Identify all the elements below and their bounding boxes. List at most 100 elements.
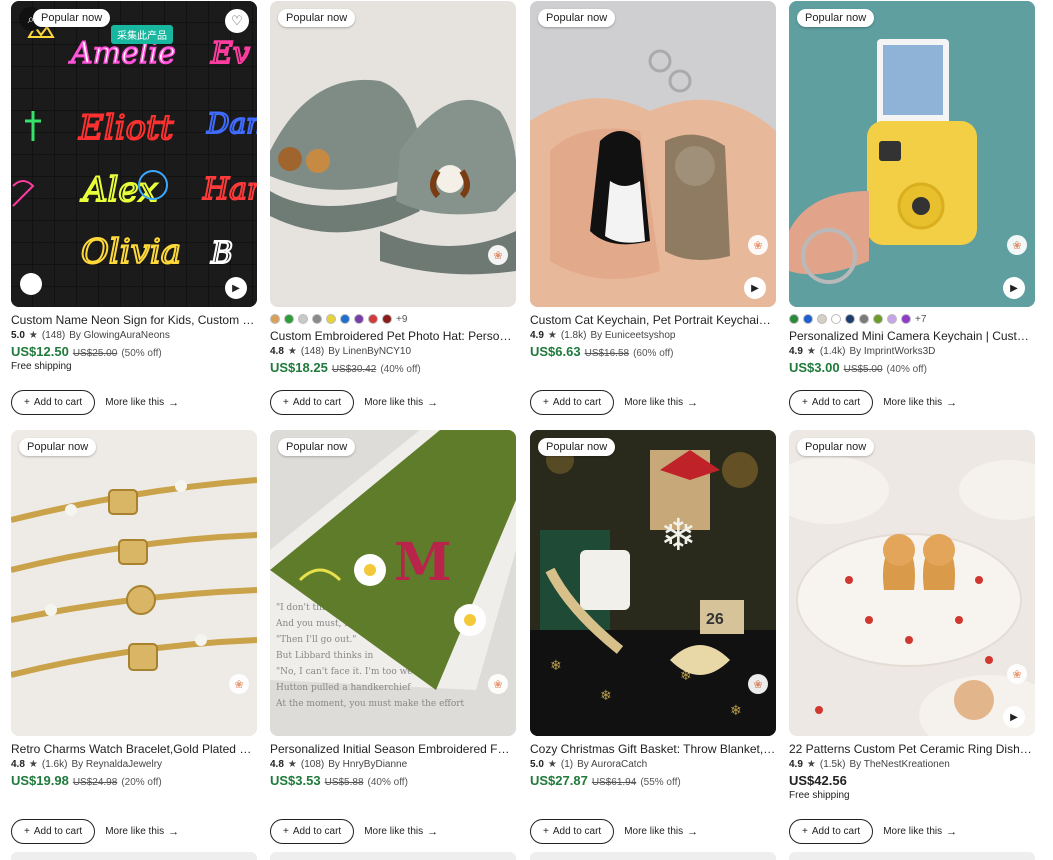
add-to-cart-button[interactable]: + Add to cart bbox=[789, 390, 874, 415]
gift-basket-photo: ❄❄❄❄ ❄ 26 bbox=[530, 430, 776, 736]
svg-text:❄: ❄ bbox=[660, 511, 697, 560]
product-image[interactable]: Popular now ❀ ▶ bbox=[789, 1, 1035, 307]
more-like-this-link[interactable]: More like this → bbox=[624, 826, 698, 838]
product-card[interactable]: Popular now ❀ ▶ 22 Patterns Custom Pet C… bbox=[789, 430, 1035, 844]
svg-text:At the moment, you must make t: At the moment, you must make the effort bbox=[275, 699, 465, 709]
next-row-card[interactable] bbox=[530, 852, 776, 860]
swatch[interactable] bbox=[803, 314, 813, 324]
add-to-cart-label: Add to cart bbox=[552, 826, 602, 837]
swatch[interactable] bbox=[368, 314, 378, 324]
discount-label: (20% off) bbox=[121, 777, 162, 788]
product-card[interactable]: Amelie Ev Eliott Dan Alex Har Olivia B ⌕… bbox=[11, 1, 257, 415]
play-icon[interactable]: ▶ bbox=[744, 277, 766, 299]
add-to-cart-button[interactable]: + Add to cart bbox=[270, 390, 355, 415]
add-to-cart-button[interactable]: + Add to cart bbox=[789, 819, 874, 844]
product-card[interactable]: "I don't think I And you must, my dear "T… bbox=[270, 430, 516, 844]
rating-value: 4.8 bbox=[11, 759, 25, 770]
play-icon[interactable]: ▶ bbox=[1003, 277, 1025, 299]
next-row-card[interactable] bbox=[11, 852, 257, 860]
seller-name[interactable]: By GlowingAuraNeons bbox=[69, 330, 170, 341]
product-image[interactable]: Popular now ❀ ▶ bbox=[530, 1, 776, 307]
swatch[interactable] bbox=[831, 314, 841, 324]
pricing-row: US$27.87 US$61.94 (55% off) bbox=[530, 773, 776, 788]
product-card[interactable]: Popular now ❀ ▶ +7 Personalized Mini Cam… bbox=[789, 1, 1035, 415]
product-card[interactable]: Popular now ❀ +9 Custom Embroidered Pet … bbox=[270, 1, 516, 415]
swatch[interactable] bbox=[270, 314, 280, 324]
product-image[interactable]: Amelie Ev Eliott Dan Alex Har Olivia B ⌕… bbox=[11, 1, 257, 307]
seller-name[interactable]: By TheNestKreationen bbox=[849, 759, 949, 770]
product-image[interactable]: Popular now ❀ bbox=[270, 1, 516, 307]
product-title[interactable]: Personalized Initial Season Embroidered … bbox=[270, 742, 516, 756]
swatch[interactable] bbox=[312, 314, 322, 324]
play-icon[interactable]: ▶ bbox=[1003, 706, 1025, 728]
star-icon: ★ bbox=[287, 346, 297, 357]
seller-name[interactable]: By Euniceetsyshop bbox=[590, 330, 675, 341]
card-actions: + Add to cart More like this → bbox=[530, 390, 698, 415]
original-price: US$30.42 bbox=[331, 364, 377, 375]
product-title[interactable]: Custom Name Neon Sign for Kids, Custom L… bbox=[11, 313, 257, 327]
product-image[interactable]: Popular now ❀ ▶ bbox=[789, 430, 1035, 736]
product-image[interactable]: "I don't think I And you must, my dear "T… bbox=[270, 430, 516, 736]
swatch[interactable] bbox=[873, 314, 883, 324]
collect-product-button[interactable]: 采集此产品 bbox=[111, 25, 173, 44]
seller-name[interactable]: By LinenByNCY10 bbox=[328, 346, 411, 357]
product-title[interactable]: Custom Embroidered Pet Photo Hat: Person… bbox=[270, 329, 516, 343]
swatch[interactable] bbox=[845, 314, 855, 324]
swatch[interactable] bbox=[354, 314, 364, 324]
more-like-this-link[interactable]: More like this → bbox=[105, 826, 179, 838]
color-swatches[interactable]: +7 bbox=[789, 313, 1035, 325]
seller-name[interactable]: By ReynaldaJewelry bbox=[71, 759, 162, 770]
more-like-this-link[interactable]: More like this → bbox=[364, 397, 438, 409]
product-title[interactable]: Personalized Mini Camera Keychain | Cust… bbox=[789, 329, 1035, 343]
card-actions: + Add to cart More like this → bbox=[11, 819, 179, 844]
play-icon[interactable]: ▶ bbox=[225, 277, 247, 299]
product-title[interactable]: Retro Charms Watch Bracelet,Gold Plated … bbox=[11, 742, 257, 756]
color-swatches[interactable]: +9 bbox=[270, 313, 516, 325]
rating-row: 4.9 ★ (1.8k) By Euniceetsyshop bbox=[530, 330, 776, 341]
more-like-this-link[interactable]: More like this → bbox=[883, 397, 957, 409]
add-to-cart-button[interactable]: + Add to cart bbox=[11, 819, 96, 844]
review-count: (148) bbox=[300, 346, 325, 357]
product-title[interactable]: Custom Cat Keychain, Pet Portrait Keycha… bbox=[530, 313, 776, 327]
next-row-card[interactable] bbox=[270, 852, 516, 860]
product-image[interactable]: ❄ ❄ ❄ ❄ ❄ 26 Popular now ❀ bbox=[530, 430, 776, 736]
add-to-cart-button[interactable]: + Add to cart bbox=[270, 819, 355, 844]
product-card[interactable]: Popular now ❀ Retro Charms Watch Bracele… bbox=[11, 430, 257, 844]
rating-row: 4.8 ★ (1.6k) By ReynaldaJewelry bbox=[11, 759, 257, 770]
swatch[interactable] bbox=[887, 314, 897, 324]
more-like-this-link[interactable]: More like this → bbox=[105, 397, 179, 409]
product-card[interactable]: ❄ ❄ ❄ ❄ ❄ 26 Popular now ❀ Cozy Christmas G… bbox=[530, 430, 776, 844]
next-row-card[interactable] bbox=[789, 852, 1035, 860]
product-title[interactable]: Cozy Christmas Gift Basket: Throw Blanke… bbox=[530, 742, 776, 756]
swatch[interactable] bbox=[340, 314, 350, 324]
product-card[interactable]: Popular now ❀ ▶ Custom Cat Keychain, Pet… bbox=[530, 1, 776, 415]
more-like-this-label: More like this bbox=[883, 397, 943, 408]
review-count: (108) bbox=[300, 759, 325, 770]
review-count: (1.8k) bbox=[560, 330, 587, 341]
add-to-cart-button[interactable]: + Add to cart bbox=[11, 390, 96, 415]
swatch[interactable] bbox=[326, 314, 336, 324]
more-like-this-link[interactable]: More like this → bbox=[883, 826, 957, 838]
seller-name[interactable]: By AuroraCatch bbox=[577, 759, 647, 770]
card-actions: + Add to cart More like this → bbox=[270, 819, 438, 844]
seller-name[interactable]: By ImprintWorks3D bbox=[849, 346, 935, 357]
add-to-cart-button[interactable]: + Add to cart bbox=[530, 390, 615, 415]
add-to-cart-button[interactable]: + Add to cart bbox=[530, 819, 615, 844]
svg-text:Har: Har bbox=[202, 172, 257, 207]
swatch[interactable] bbox=[382, 314, 392, 324]
swatch[interactable] bbox=[789, 314, 799, 324]
arrow-right-icon: → bbox=[168, 825, 180, 838]
more-like-this-link[interactable]: More like this → bbox=[364, 826, 438, 838]
svg-text:"No, I can't face it. I'm too: "No, I can't face it. I'm too weak. bbox=[276, 667, 426, 677]
pricing-row: US$6.63 US$16.58 (60% off) bbox=[530, 344, 776, 359]
swatch[interactable] bbox=[859, 314, 869, 324]
seller-name[interactable]: By HnryByDianne bbox=[328, 759, 407, 770]
heart-icon[interactable]: ♡ bbox=[225, 9, 249, 33]
more-like-this-link[interactable]: More like this → bbox=[624, 397, 698, 409]
swatch[interactable] bbox=[298, 314, 308, 324]
swatch[interactable] bbox=[284, 314, 294, 324]
swatch[interactable] bbox=[901, 314, 911, 324]
product-title[interactable]: 22 Patterns Custom Pet Ceramic Ring Dish… bbox=[789, 742, 1035, 756]
swatch[interactable] bbox=[817, 314, 827, 324]
product-image[interactable]: Popular now ❀ bbox=[11, 430, 257, 736]
